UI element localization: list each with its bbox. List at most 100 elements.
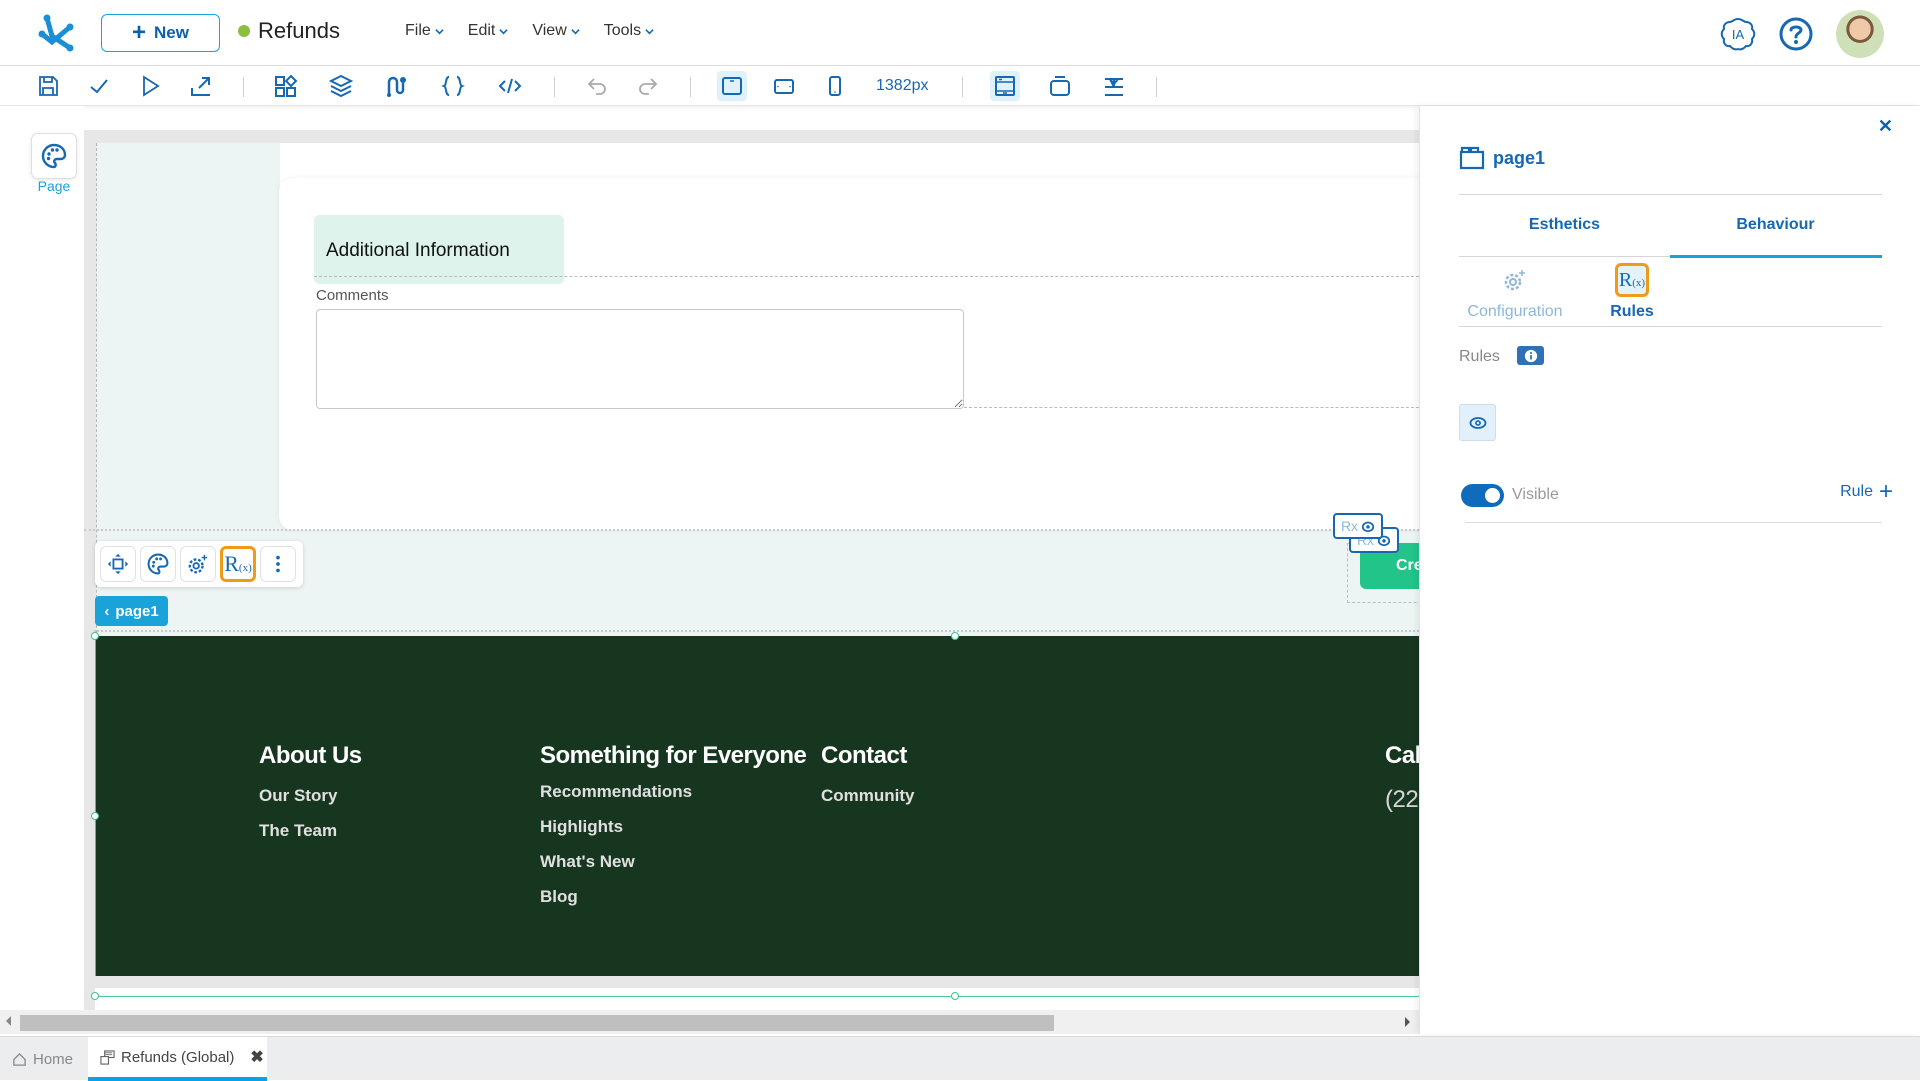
gear-sparkle-icon [1498,263,1532,297]
chevron-down-icon [571,28,580,34]
rules-icon: R(x) [1615,263,1649,297]
left-rail: Page [0,106,84,1031]
comments-textarea[interactable] [316,309,964,409]
info-icon[interactable] [1517,346,1544,365]
play-icon[interactable] [135,71,165,101]
visibility-rule-button[interactable] [1459,404,1496,441]
divider [1465,522,1882,523]
tab-home[interactable]: Home [12,1037,73,1081]
subtab-configuration-label: Configuration [1467,303,1563,320]
scrollbar-thumb[interactable] [20,1015,1054,1031]
breadcrumb-page-label: page1 [115,602,159,620]
header-actions: IA [1720,10,1884,58]
divider [1459,326,1882,327]
code-icon[interactable] [495,71,525,101]
palette-icon [147,553,169,575]
undo-icon[interactable] [582,71,612,101]
scroll-right-arrow[interactable] [1405,1017,1410,1027]
footer-link[interactable]: What's New [540,852,806,872]
more-options-button[interactable] [260,546,296,582]
rule-badge-label: Rx [1340,518,1359,534]
scroll-left-arrow[interactable] [6,1016,11,1026]
resize-handle[interactable] [951,632,959,640]
resize-handle[interactable] [951,992,959,1000]
eye-rule-icon [1361,521,1375,533]
panel-title-text: page1 [1493,147,1546,168]
menu-view-label: View [532,22,567,39]
menu-edit[interactable]: Edit [468,22,509,40]
ai-assistant-icon[interactable]: IA [1720,16,1756,52]
app-logo-icon[interactable] [36,12,76,52]
footer-link[interactable]: Community [821,786,915,806]
redo-icon[interactable] [633,71,663,101]
close-icon[interactable]: ✕ [1878,116,1893,137]
section-header[interactable]: Additional Information [314,215,564,284]
braces-icon[interactable] [438,71,468,101]
toolbar-separator [554,77,555,97]
components-icon[interactable] [271,71,301,101]
page-footer[interactable]: About Us Our Story The Team Something fo… [95,636,1419,976]
layout-container-icon[interactable] [1045,71,1075,101]
form-card[interactable]: Additional Information Comments [279,178,1419,530]
style-button[interactable] [140,546,176,582]
close-tab-icon[interactable]: ✖ [250,1047,263,1067]
footer-heading: Something for Everyone [540,742,807,769]
selection-border [84,529,1419,531]
field-divider [964,407,1419,408]
toolbar-separator [962,77,963,97]
mobile-view-icon[interactable] [820,71,850,101]
visible-toggle[interactable] [1461,484,1504,507]
document-tabs: Home Refunds (Global) ✖ [0,1036,1920,1081]
save-icon[interactable] [33,71,63,101]
flow-icon[interactable] [381,71,411,101]
new-button[interactable]: + New [101,14,220,52]
page-style-button[interactable] [31,133,77,179]
desktop-view-icon[interactable] [717,71,747,101]
breadcrumb-page-chip[interactable]: ‹ page1 [95,596,168,626]
layers-icon[interactable] [326,71,356,101]
selection-border [94,630,1419,632]
resize-handle[interactable] [91,632,99,640]
resize-handle[interactable] [91,812,99,820]
divider [1459,194,1882,195]
help-icon[interactable] [1778,16,1814,52]
menu-file[interactable]: File [405,22,444,40]
tab-refunds[interactable]: Refunds (Global) ✖ [88,1037,267,1081]
tab-esthetics[interactable]: Esthetics [1459,216,1670,234]
footer-link[interactable]: Recommendations [540,782,806,802]
subtab-rules-label: Rules [1610,303,1654,320]
check-icon[interactable] [84,71,114,101]
footer-link[interactable]: The Team [259,821,362,841]
selection-border [95,996,1419,997]
horizontal-scrollbar[interactable] [0,1010,1419,1034]
user-avatar[interactable] [1836,10,1884,58]
palette-icon [41,143,67,169]
tab-behaviour[interactable]: Behaviour [1670,216,1881,234]
menu-view[interactable]: View [532,22,580,40]
export-icon[interactable] [186,71,216,101]
footer-link[interactable]: Highlights [540,817,806,837]
subtab-configuration[interactable]: Configuration [1460,263,1570,321]
layout-align-icon[interactable] [1099,71,1129,101]
footer-column-call: Cal (22 [1385,742,1419,830]
rules-section-label: Rules [1459,348,1500,365]
footer-link[interactable]: Blog [540,887,806,907]
layout-page-icon[interactable] [990,71,1020,101]
section-divider [314,276,1419,277]
rules-button[interactable]: R(x) [220,546,256,582]
design-canvas[interactable]: Additional Information Comments R(x) ‹ p… [84,130,1419,1010]
chevron-down-icon [499,28,509,34]
footer-phone: (22 [1385,786,1419,813]
tablet-view-icon[interactable] [769,71,799,101]
footer-link[interactable]: Our Story [259,786,362,806]
add-rule-button[interactable]: Rule + [1840,480,1893,504]
rule-badge[interactable]: Rx [1333,513,1383,539]
active-tab-indicator [1670,255,1882,258]
configuration-button[interactable] [180,546,216,582]
canvas-width-value[interactable]: 1382px [876,77,929,95]
menu-tools[interactable]: Tools [604,22,654,40]
app-title: Refunds [238,18,340,44]
subtab-rules[interactable]: R(x) Rules [1577,263,1687,321]
resize-handle[interactable] [91,992,99,1000]
move-button[interactable] [100,546,136,582]
